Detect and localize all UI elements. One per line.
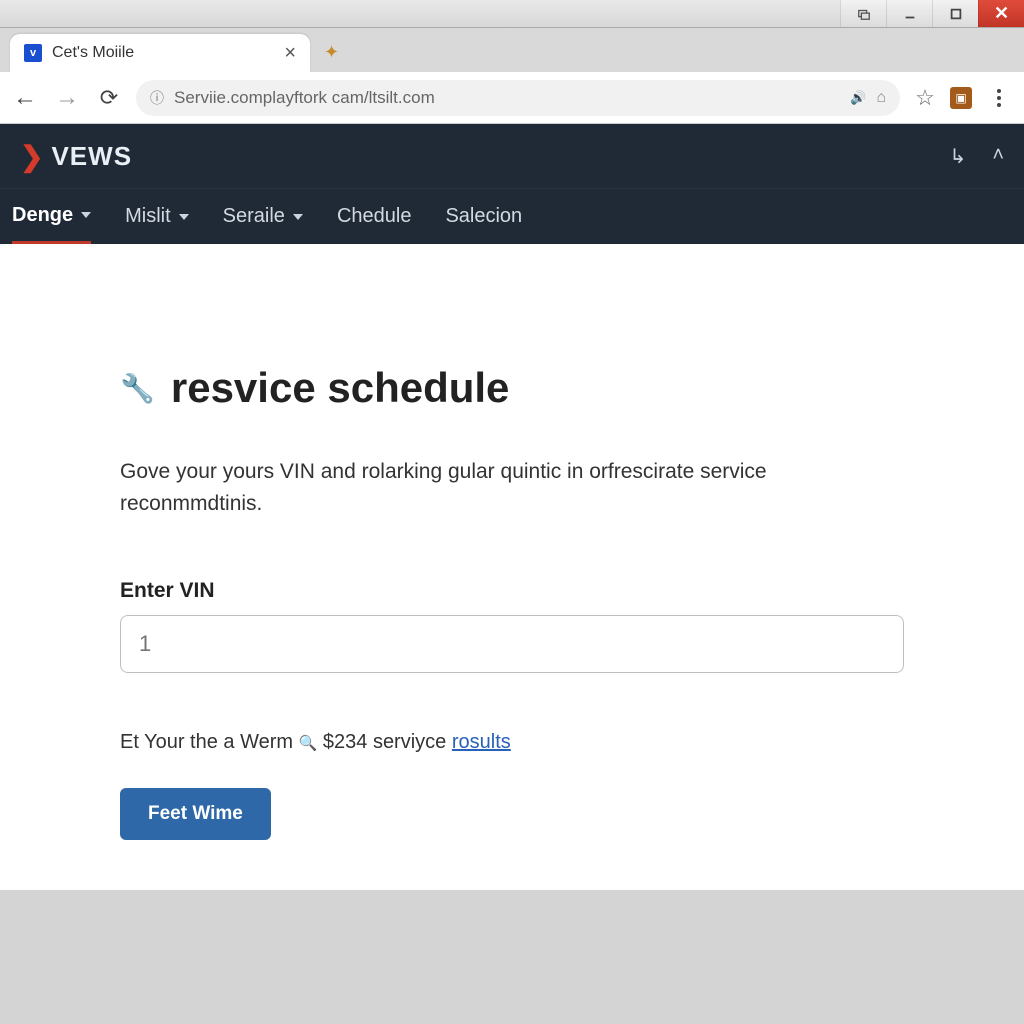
results-inline-icon: 🔍 <box>299 735 318 752</box>
home-icon[interactable]: ⌂ <box>876 89 886 107</box>
nav-item-label: Salecion <box>445 205 522 228</box>
chevron-down-icon <box>179 214 189 220</box>
address-bar[interactable]: ⓘ Serviie.complayftork cam/ltsilt.com 🔊 … <box>136 80 900 116</box>
page-subtitle: Gove your yours VIN and rolarking gular … <box>120 456 904 519</box>
window-titlebar: ✕ <box>0 0 1024 28</box>
page-title-icon: 🔧 <box>120 372 155 405</box>
bookmark-star-button[interactable]: ☆ <box>912 85 938 111</box>
extension-button[interactable]: ▣ <box>950 87 972 109</box>
site-header: ❯ VEWS ↳ ˄ Denge Mislit Seraile Chedule Sale… <box>0 124 1024 244</box>
vin-input[interactable] <box>120 615 904 673</box>
brand-logo[interactable]: ❯ VEWS <box>20 140 132 173</box>
nav-item-chedule[interactable]: Chedule <box>337 189 412 244</box>
browser-tab-active[interactable]: v Cet's Moiile × <box>10 34 310 72</box>
submit-button[interactable]: Feet Wime <box>120 788 271 840</box>
site-info-icon: ⓘ <box>150 88 164 108</box>
audio-icon: 🔊 <box>850 90 866 106</box>
url-text: Serviie.complayftork cam/ltsilt.com <box>174 88 840 108</box>
forward-button[interactable]: → <box>52 83 82 113</box>
results-amount: $234 <box>323 731 368 753</box>
tab-close-button[interactable]: × <box>284 43 296 63</box>
header-action-download-icon[interactable]: ↳ <box>950 144 967 169</box>
nav-item-label: Seraile <box>223 205 285 228</box>
nav-item-label: Chedule <box>337 205 412 228</box>
nav-item-denge[interactable]: Denge <box>12 189 91 244</box>
window-maximize-button[interactable] <box>932 0 978 27</box>
browser-toolbar: ← → ⟳ ⓘ Serviie.complayftork cam/ltsilt.… <box>0 72 1024 124</box>
browser-menu-button[interactable] <box>984 83 1014 113</box>
brand-text: VEWS <box>51 141 132 172</box>
window-minimize-button[interactable] <box>886 0 932 27</box>
nav-item-seraile[interactable]: Seraile <box>223 189 303 244</box>
nav-item-salecion[interactable]: Salecion <box>445 189 522 244</box>
results-mid: serviyce <box>373 731 446 753</box>
reload-button[interactable]: ⟳ <box>94 83 124 113</box>
tab-favicon-icon: v <box>24 44 42 62</box>
results-line: Et Your the a Werm 🔍 $234 serviyce rosul… <box>120 731 904 754</box>
results-link[interactable]: rosults <box>452 731 511 753</box>
chevron-down-icon <box>81 212 91 218</box>
chevron-down-icon <box>293 214 303 220</box>
window-close-button[interactable]: ✕ <box>978 0 1024 27</box>
brand-mark-icon: ❯ <box>20 140 43 173</box>
browser-tabs-row: v Cet's Moiile × ✦ <box>0 28 1024 72</box>
header-action-collapse-icon[interactable]: ˄ <box>992 144 1004 169</box>
nav-item-label: Mislit <box>125 205 171 228</box>
new-tab-button[interactable]: ✦ <box>324 42 344 62</box>
site-nav: Denge Mislit Seraile Chedule Salecion <box>0 188 1024 244</box>
window-tray-button[interactable] <box>840 0 886 27</box>
vin-label: Enter VIN <box>120 579 904 603</box>
nav-item-label: Denge <box>12 204 73 227</box>
main-content: 🔧 resvice schedule Gove your yours VIN a… <box>0 244 1024 890</box>
back-button[interactable]: ← <box>10 83 40 113</box>
nav-item-mislit[interactable]: Mislit <box>125 189 189 244</box>
tab-title: Cet's Moiile <box>52 44 274 62</box>
page-title: resvice schedule <box>171 364 510 412</box>
results-prefix: Et Your the a Werm <box>120 731 293 753</box>
